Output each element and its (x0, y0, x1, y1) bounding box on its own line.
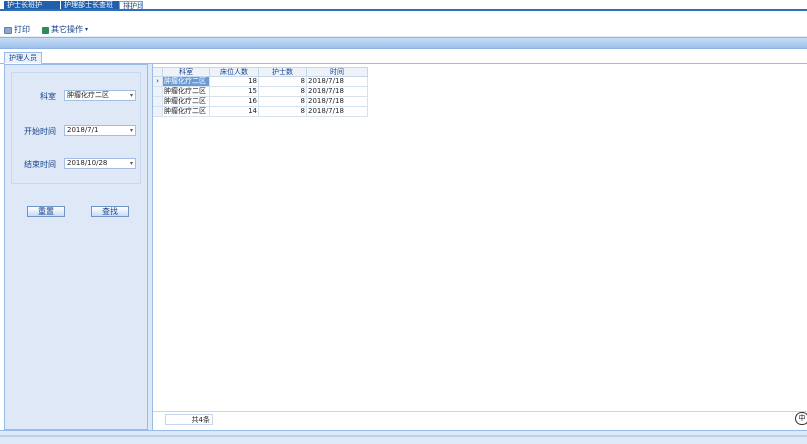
start-time-label: 开始时间 (24, 127, 56, 136)
filter-panel: 科室 肿瘤化疗二区 ▾ 开始时间 2018/7/1 ▾ 结束时间 2018/10… (4, 64, 148, 430)
table-row[interactable]: 肿瘤化疗二区 16 8 2018/7/18 (153, 97, 368, 107)
cell-beds[interactable]: 16 (210, 97, 259, 107)
cell-dept[interactable]: 肿瘤化疗二区 (163, 97, 210, 107)
end-time-label: 结束时间 (24, 160, 56, 169)
grid-body: › 肿瘤化疗二区 18 8 2018/7/18 肿瘤化疗二区 15 8 2018… (153, 77, 368, 117)
toolbar: 打印 其它操作 ▾ (0, 11, 807, 37)
chevron-down-icon[interactable]: ▾ (130, 159, 133, 168)
cell-time[interactable]: 2018/7/18 (307, 77, 368, 87)
table-row[interactable]: 肿瘤化疗二区 14 8 2018/7/18 (153, 107, 368, 117)
chevron-down-icon: ▾ (85, 26, 89, 33)
row-indicator (153, 87, 163, 97)
column-header-nurses[interactable]: 护士数 (259, 67, 307, 77)
cell-beds[interactable]: 14 (210, 107, 259, 117)
export-icon (42, 26, 49, 34)
header-band (0, 37, 807, 49)
cell-dept[interactable]: 肿瘤化疗二区 (163, 87, 210, 97)
cell-dept[interactable]: 肿瘤化疗二区 (163, 77, 210, 87)
cell-time[interactable]: 2018/7/18 (307, 87, 368, 97)
dept-select[interactable]: 肿瘤化疗二区 ▾ (64, 90, 136, 101)
grid-footer: 共4条 中 (153, 411, 807, 425)
record-count: 共4条 (165, 414, 213, 425)
start-time-field[interactable]: 2018/7/1 ▾ (64, 125, 136, 136)
table-row[interactable]: 肿瘤化疗二区 15 8 2018/7/18 (153, 87, 368, 97)
dept-select-value: 肿瘤化疗二区 (67, 91, 109, 99)
other-actions-label: 其它操作 (51, 25, 83, 34)
start-time-value: 2018/7/1 (67, 126, 99, 134)
printer-icon (4, 26, 12, 34)
search-button[interactable]: 查找 (91, 206, 129, 217)
row-indicator (153, 97, 163, 107)
filter-fieldset: 科室 肿瘤化疗二区 ▾ 开始时间 2018/7/1 ▾ 结束时间 2018/10… (11, 72, 141, 184)
cell-beds[interactable]: 18 (210, 77, 259, 87)
chevron-down-icon[interactable]: ▾ (130, 91, 133, 100)
end-time-field[interactable]: 2018/10/28 ▾ (64, 158, 136, 169)
other-actions-button[interactable]: 其它操作 ▾ (42, 25, 88, 35)
panel-tab-row: 护理人员 (0, 49, 807, 64)
status-bar (0, 430, 807, 444)
end-time-value: 2018/10/28 (67, 159, 108, 167)
print-button-label: 打印 (14, 25, 30, 34)
cell-beds[interactable]: 15 (210, 87, 259, 97)
cell-time[interactable]: 2018/7/18 (307, 97, 368, 107)
chevron-down-icon[interactable]: ▾ (130, 126, 133, 135)
row-indicator-icon: › (153, 77, 163, 87)
column-header-beds[interactable]: 床位人数 (210, 67, 259, 77)
data-grid: 科室 床位人数 护士数 时间 › 肿瘤化疗二区 18 8 2018/7/18 肿… (153, 64, 807, 430)
print-button[interactable]: 打印 (4, 25, 30, 35)
row-indicator (153, 107, 163, 117)
input-method-icon[interactable]: 中 (795, 412, 807, 425)
table-row[interactable]: › 肿瘤化疗二区 18 8 2018/7/18 (153, 77, 368, 87)
cell-nurses[interactable]: 8 (259, 107, 307, 117)
document-tab-strip: 护士长班护 护理部士长查班 排护比 (0, 0, 807, 11)
row-indicator-header (153, 67, 163, 77)
cell-time[interactable]: 2018/7/18 (307, 107, 368, 117)
dept-label: 科室 (40, 92, 56, 101)
reset-button[interactable]: 重置 (27, 206, 65, 217)
cell-dept[interactable]: 肿瘤化疗二区 (163, 107, 210, 117)
cell-nurses[interactable]: 8 (259, 87, 307, 97)
grid-header: 科室 床位人数 护士数 时间 (153, 67, 368, 77)
cell-nurses[interactable]: 8 (259, 77, 307, 87)
column-header-time[interactable]: 时间 (307, 67, 368, 77)
column-header-dept[interactable]: 科室 (163, 67, 210, 77)
status-bar-strip (0, 435, 807, 437)
cell-nurses[interactable]: 8 (259, 97, 307, 107)
tab-nursing-staff[interactable]: 护理人员 (4, 52, 42, 64)
